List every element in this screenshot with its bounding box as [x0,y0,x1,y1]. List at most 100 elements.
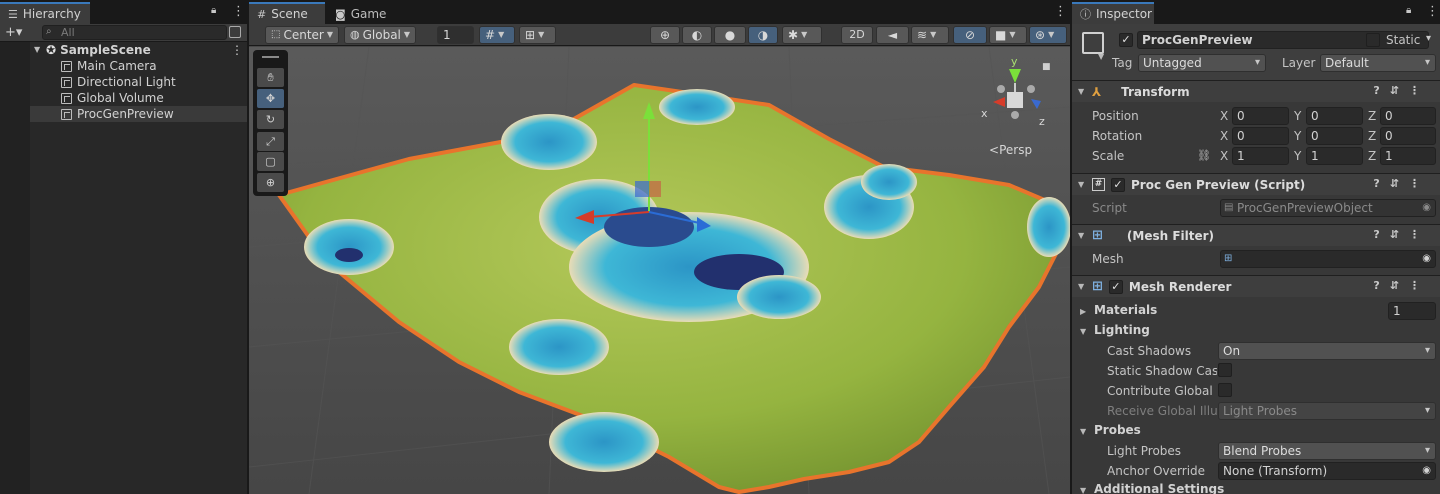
hierarchy-item-procgenpreview[interactable]: ProcGenPreview [0,106,247,122]
mesh-object-field[interactable]: ⊞ ◉ [1220,250,1436,268]
component-actions[interactable]: ?⇵⋮ [1373,279,1430,292]
pivot-mode-dropdown[interactable]: ⬚ Center ▼ [265,26,339,44]
draw-mode-unlit-button[interactable]: ● [714,26,746,44]
object-picker-icon[interactable]: ◉ [1422,200,1431,216]
rotate-tool-button[interactable]: ↻ [257,110,284,129]
draw-mode-shaded-wire-button[interactable]: ◐ [682,26,712,44]
mesh-filter-header[interactable]: ▼ ⊞ (Mesh Filter) ?⇵⋮ [1072,224,1440,246]
grid-snap-field[interactable]: 1 [437,26,474,44]
effects-toggle-button[interactable]: ≋ ▼ [911,26,949,44]
inspector-lock-icon[interactable]: 🔒︎ [1406,5,1411,16]
add-object-button[interactable]: +▾ [5,24,22,41]
static-checkbox[interactable] [1366,33,1380,47]
probes-foldout[interactable]: ▼ Probes [1080,423,1141,437]
hierarchy-item-directional-light[interactable]: Directional Light [0,74,247,90]
scale-z-field[interactable]: 1 [1380,147,1436,165]
presets-icon[interactable]: ⇵ [1390,177,1409,190]
search-input[interactable]: All [42,25,227,40]
lighting-foldout[interactable]: ▼ Lighting [1080,323,1150,337]
component-more-icon[interactable]: ⋮ [1409,228,1430,241]
anchor-override-field[interactable]: None (Transform) ◉ [1218,462,1436,480]
transform-tool-button[interactable]: ⊕ [257,173,284,192]
static-dropdown-icon[interactable]: ▾ [1426,33,1431,44]
component-more-icon[interactable]: ⋮ [1409,177,1430,190]
light-probes-dropdown[interactable]: Blend Probes [1218,442,1436,460]
audio-toggle-button[interactable]: ◄ [876,26,909,44]
scene-row[interactable]: ▼ ✪ SampleScene ⋮ [0,42,247,58]
toolbox-handle[interactable] [262,56,279,58]
object-picker-icon[interactable]: ◉ [1422,463,1431,479]
component-actions[interactable]: ?⇵⋮ [1373,177,1430,190]
help-icon[interactable]: ? [1373,228,1389,241]
object-picker-icon[interactable]: ◉ [1422,251,1431,267]
component-actions[interactable]: ?⇵⋮ [1373,84,1430,97]
axis-z-label: Z [1368,109,1377,123]
rotation-y-field[interactable]: 0 [1306,127,1363,145]
draw-mode-wireframe-button[interactable]: ⊕ [650,26,680,44]
active-checkbox[interactable]: ✓ [1119,33,1133,47]
tab-scene[interactable]: # Scene [249,2,325,24]
tag-dropdown[interactable]: Untagged [1138,54,1266,72]
presets-icon[interactable]: ⇵ [1390,84,1409,97]
more-options-icon[interactable]: ⋮ [232,4,245,19]
rect-tool-button[interactable]: ▢ [257,152,284,171]
camera-settings-button[interactable]: ■ ▼ [989,26,1027,44]
position-z-field[interactable]: 0 [1380,107,1436,125]
contribute-gi-checkbox[interactable] [1218,383,1232,397]
persp-label[interactable]: <Persp [989,143,1032,157]
presets-icon[interactable]: ⇵ [1390,228,1409,241]
scale-x-field[interactable]: 1 [1232,147,1289,165]
scene-more-icon[interactable]: ⋮ [231,42,243,58]
collapsed-arrow-icon: ▶ [1080,307,1087,316]
tab-hierarchy[interactable]: ☰ Hierarchy [0,2,90,24]
help-icon[interactable]: ? [1373,279,1389,292]
help-icon[interactable]: ? [1373,84,1389,97]
additional-settings-foldout[interactable]: ▼ Additional Settings [1080,482,1224,494]
transform-header[interactable]: ▼ ⅄ Transform ?⇵⋮ [1072,80,1440,102]
lock-icon[interactable]: 🔒︎ [211,5,216,16]
component-more-icon[interactable]: ⋮ [1409,84,1430,97]
component-actions[interactable]: ?⇵⋮ [1373,228,1430,241]
rotation-x-field[interactable]: 0 [1232,127,1289,145]
incremental-snap-button[interactable]: ⊞ ▼ [519,26,556,44]
tab-inspector[interactable]: ⓘ Inspector [1072,2,1154,24]
hand-tool-button[interactable]: ✋︎ [257,68,284,87]
cast-shadows-dropdown[interactable]: On [1218,342,1436,360]
move-tool-button[interactable]: ✥ [257,89,284,108]
script-enabled-checkbox[interactable]: ✓ [1111,177,1125,192]
draw-mode-shaded-button[interactable]: ◑ [748,26,778,44]
help-icon[interactable]: ? [1373,177,1389,190]
materials-foldout[interactable]: ▶ Materials [1080,303,1157,317]
inspector-more-icon[interactable]: ⋮ [1426,4,1439,19]
position-x-field[interactable]: 0 [1232,107,1289,125]
position-y-field[interactable]: 0 [1306,107,1363,125]
renderer-enabled-checkbox[interactable]: ✓ [1108,279,1123,294]
grid-toggle-button[interactable]: # ▼ [479,26,515,44]
scene-visibility-button[interactable]: ⊘ [953,26,987,44]
scale-tool-button[interactable]: ⤢ [257,132,284,151]
layer-dropdown[interactable]: Default [1320,54,1436,72]
hierarchy-item-global-volume[interactable]: Global Volume [0,90,247,106]
gizmos-button[interactable]: ⊛ ▼ [1029,26,1067,44]
scale-y-field[interactable]: 1 [1306,147,1363,165]
mesh-renderer-header[interactable]: ▼ ⊞ ✓ Mesh Renderer ?⇵⋮ [1072,275,1440,297]
hierarchy-item-main-camera[interactable]: Main Camera [0,58,247,74]
rotation-z-field[interactable]: 0 [1380,127,1436,145]
static-shadow-caster-checkbox[interactable] [1218,363,1232,377]
presets-icon[interactable]: ⇵ [1390,279,1409,292]
tab-game[interactable]: ◙ Game [327,2,397,24]
gizmo-lock-icon[interactable]: ■ [1042,62,1051,72]
2d-toggle-button[interactable]: 2D [841,26,873,44]
script-component-header[interactable]: ▼ # ✓ Proc Gen Preview (Script) ?⇵⋮ [1072,173,1440,195]
script-object-field[interactable]: ▤ ProcGenPreviewObject ◉ [1220,199,1436,217]
pivot-rotation-dropdown[interactable]: ◍ Global ▼ [344,26,416,44]
expand-scene-icon[interactable]: ▼ [34,42,46,58]
scene-viewport[interactable]: y x z ■ <Persp [249,47,1070,494]
debug-draw-mode-button[interactable]: ✱ ▼ [782,26,822,44]
constrain-proportions-icon[interactable]: ⛓ [1197,149,1211,162]
scene-more-options-icon[interactable]: ⋮ [1054,4,1067,19]
component-more-icon[interactable]: ⋮ [1409,279,1430,292]
materials-count-field[interactable]: 1 [1388,302,1436,320]
chevron-down-icon[interactable]: ▼ [1098,52,1104,61]
search-by-type-icon[interactable] [229,26,241,38]
